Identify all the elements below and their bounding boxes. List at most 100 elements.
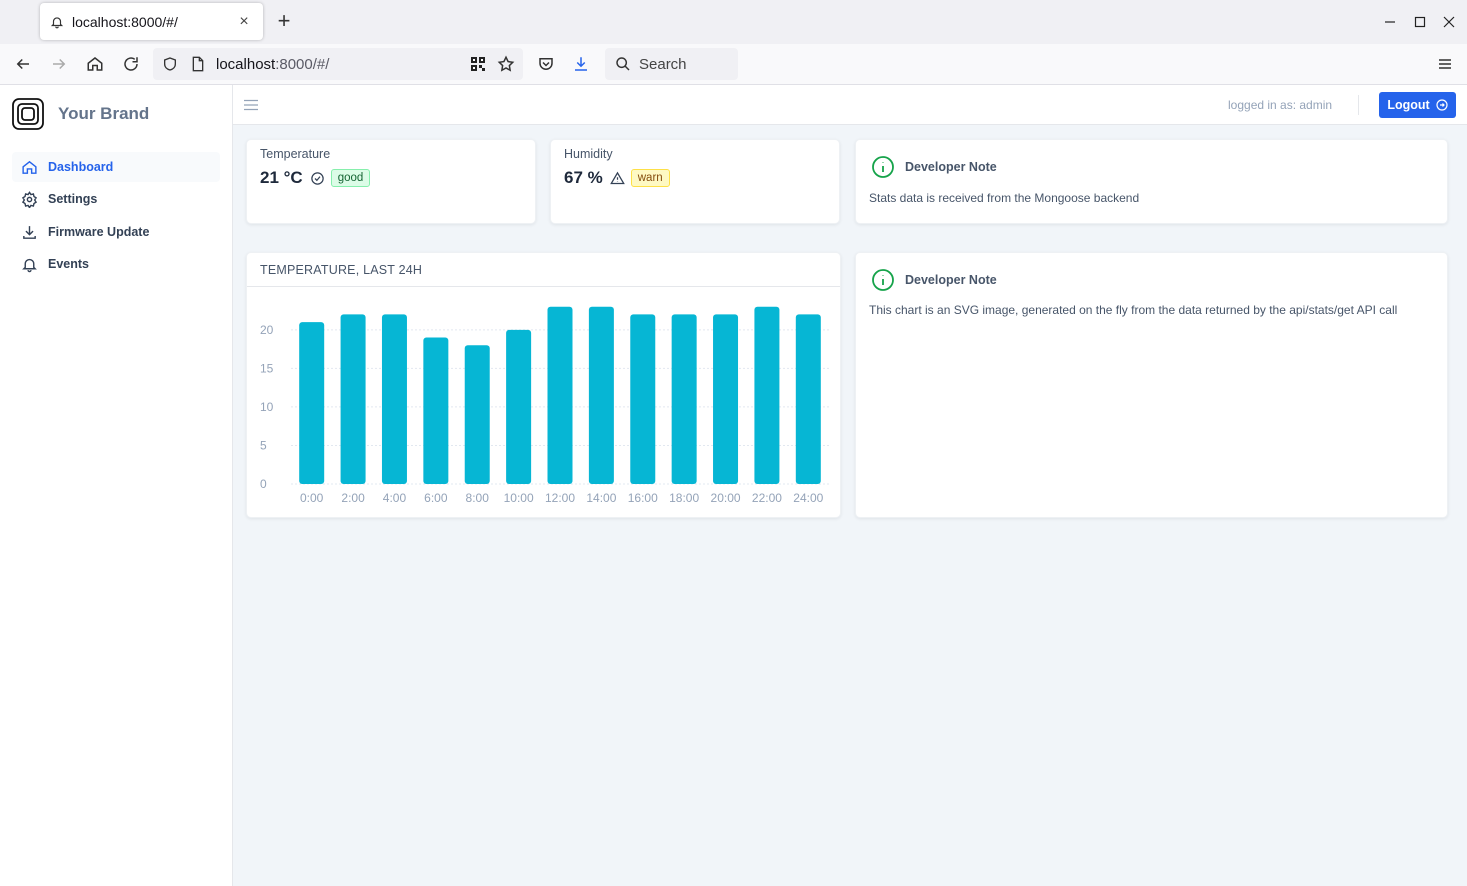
chart-bar [423,337,449,484]
note-title: Developer Note [905,273,997,287]
x-tick-label: 2:00 [341,491,365,505]
note-text: Stats data is received from the Mongoose… [869,191,1140,205]
sidebar: Your Brand Dashboard Settings Firmware U… [0,85,233,886]
pocket-icon[interactable] [534,52,558,76]
info-icon [871,268,895,292]
x-tick-label: 4:00 [383,491,407,505]
humidity-value: 67 % [564,168,603,187]
chart-bar [547,306,573,484]
chart-bar [713,314,739,484]
y-tick-label: 0 [260,477,267,491]
chart-bar [795,314,821,484]
back-icon[interactable] [11,52,35,76]
chart-bar [506,329,532,484]
humidity-label: Humidity [564,147,613,161]
y-tick-label: 15 [260,361,274,375]
close-tab-icon[interactable]: × [235,13,253,31]
x-tick-label: 14:00 [586,491,616,505]
menu-icon[interactable] [1433,52,1457,76]
brand[interactable]: Your Brand [11,97,149,131]
developer-note-card: Developer Note This chart is an SVG imag… [855,252,1448,518]
brand-name: Your Brand [58,104,150,123]
temperature-value: 21 °C [260,168,303,187]
sidebar-item-label: Events [48,257,89,271]
tab-title: localhost:8000/#/ [72,13,178,30]
logout-label: Logout [1387,98,1430,112]
y-tick-label: 5 [260,438,267,452]
chart-bar [671,314,697,484]
chart-bar [381,314,407,484]
info-icon [871,155,895,179]
bookmark-star-icon[interactable] [497,55,515,73]
qr-code-icon[interactable] [469,55,487,73]
chart-bar [630,314,656,484]
close-window-icon[interactable] [1439,12,1459,32]
maximize-icon[interactable] [1410,12,1430,32]
sidebar-item-firmware-update[interactable]: Firmware Update [12,217,220,247]
sidebar-item-label: Dashboard [48,160,114,174]
bell-icon [20,255,38,273]
forward-icon[interactable] [47,52,71,76]
x-tick-label: 20:00 [711,491,741,505]
minimize-icon[interactable] [1380,12,1400,32]
temperature-card: Temperature 21 °C good [246,139,536,224]
note-title: Developer Note [905,160,997,174]
note-text: This chart is an SVG image, generated on… [869,303,1398,317]
browser-tab[interactable]: localhost:8000/#/ × [40,3,263,40]
sidebar-item-settings[interactable]: Settings [12,184,220,214]
developer-note-card: Developer Note Stats data is received fr… [855,139,1448,224]
chart-bar [588,306,614,484]
x-tick-label: 18:00 [669,491,699,505]
sidebar-item-label: Firmware Update [48,225,150,239]
new-tab-button[interactable]: + [272,10,296,34]
humidity-card: Humidity 67 % warn [550,139,840,224]
x-tick-label: 6:00 [424,491,448,505]
page-icon[interactable] [189,55,207,73]
arrow-circle-icon [1436,99,1448,111]
header-divider [1358,95,1359,115]
sidebar-item-events[interactable]: Events [12,249,220,279]
app-header: logged in as: admin Logout [233,85,1467,125]
browser-search-box[interactable]: Search [605,48,738,80]
gear-icon [20,190,38,208]
downloads-icon[interactable] [569,52,593,76]
bell-icon [50,14,66,30]
x-tick-label: 24:00 [793,491,823,505]
x-tick-label: 10:00 [504,491,534,505]
reload-icon[interactable] [119,52,143,76]
chart-title: TEMPERATURE, LAST 24H [260,263,423,277]
x-tick-label: 22:00 [752,491,782,505]
temperature-chart-card: TEMPERATURE, LAST 24H 0 5 10 15 20 0:00 2:00 4:… [246,252,841,518]
x-tick-label: 0:00 [300,491,324,505]
home-icon [20,158,38,176]
check-circle-icon [310,171,325,186]
x-tick-label: 8:00 [466,491,490,505]
logo-icon [11,97,45,131]
url-bar[interactable]: localhost:8000/#/ [153,48,523,80]
browser-tab-strip: localhost:8000/#/ × + [0,0,1467,44]
chart-bar [464,345,490,484]
warning-icon [609,171,625,186]
sidebar-item-dashboard[interactable]: Dashboard [12,152,220,182]
temperature-bar-chart: 0 5 10 15 20 0:00 2:00 4:00 6:00 8:00 10:00 12:00 14… [260,306,829,505]
search-placeholder: Search [639,55,687,73]
chart-bar [299,322,325,484]
sidebar-toggle-icon[interactable] [243,97,259,113]
url-text[interactable]: localhost:8000/#/ [216,56,329,73]
home-icon[interactable] [83,52,107,76]
status-badge: good [330,169,371,187]
shield-icon[interactable] [161,55,179,73]
chart-bar [340,314,366,484]
status-badge: warn [630,169,670,187]
x-tick-label: 12:00 [545,491,575,505]
x-tick-label: 16:00 [628,491,658,505]
browser-toolbar: localhost:8000/#/ Search [0,44,1467,85]
download-icon [20,223,38,241]
y-tick-label: 20 [260,323,274,337]
search-icon [615,56,631,72]
logged-in-user: logged in as: admin [1228,98,1333,112]
logout-button[interactable]: Logout [1379,92,1456,118]
temperature-label: Temperature [260,147,331,161]
sidebar-item-label: Settings [48,192,98,206]
chart-bar [754,306,780,484]
